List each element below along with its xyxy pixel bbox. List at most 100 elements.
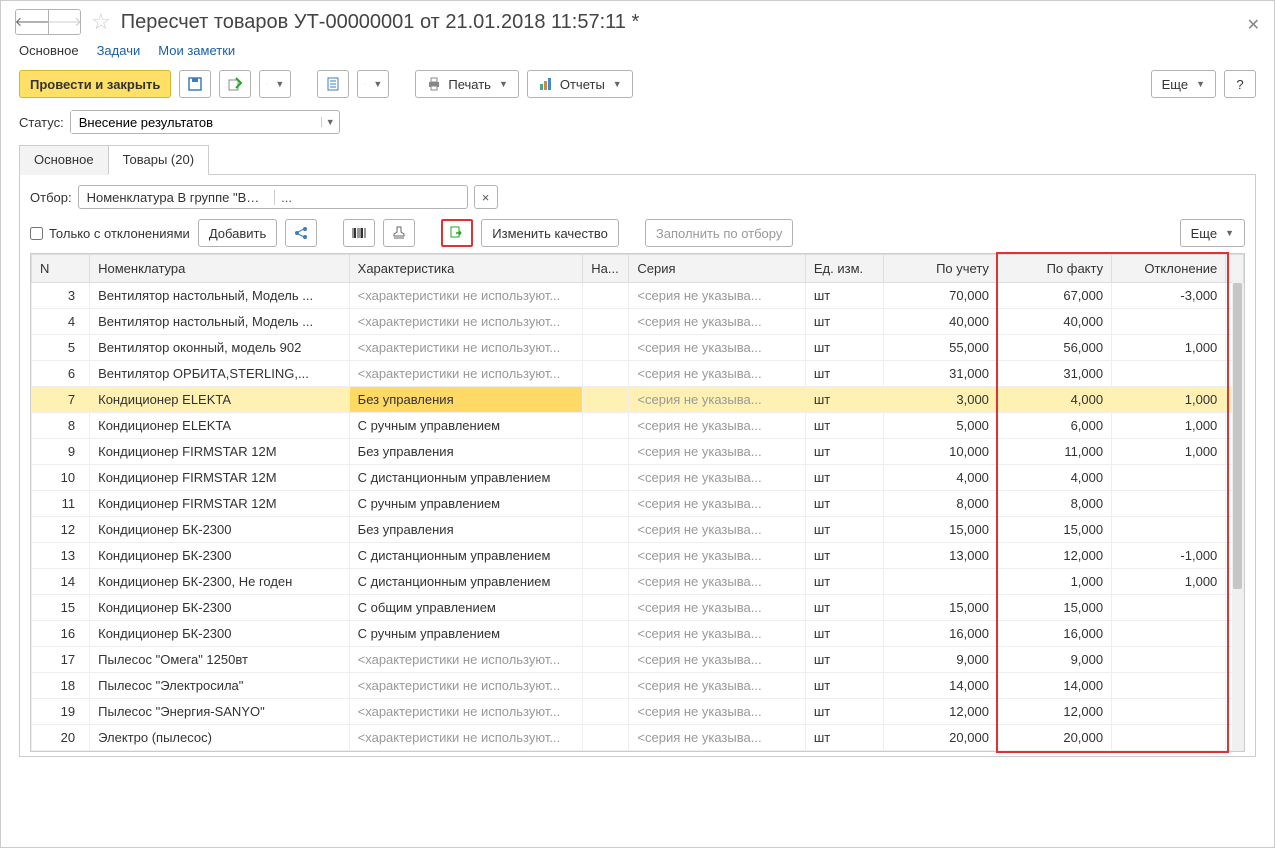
table-row[interactable]: 5Вентилятор оконный, модель 902<характер… [32,335,1244,361]
cell-dev[interactable] [1112,673,1226,699]
cell-fact[interactable]: 15,000 [997,595,1111,621]
cell-fact[interactable]: 31,000 [997,361,1111,387]
cell-n[interactable]: 5 [32,335,90,361]
cell-fact[interactable]: 14,000 [997,673,1111,699]
cell-n[interactable]: 10 [32,465,90,491]
goods-table[interactable]: N Номенклатура Характеристика На... Сери… [31,254,1244,751]
cell-char[interactable]: Без управления [349,439,583,465]
cell-unit[interactable]: шт [805,673,883,699]
nav-back-button[interactable]: 🡐 [16,10,48,34]
col-series[interactable]: Серия [629,255,805,283]
table-row[interactable]: 11Кондиционер FIRMSTAR 12MС ручным управ… [32,491,1244,517]
cell-nom[interactable]: Кондиционер БК-2300, Не годен [90,569,350,595]
change-quality-button[interactable]: Изменить качество [481,219,619,247]
col-deviation[interactable]: Отклонение [1112,255,1226,283]
cell-series[interactable]: <серия не указыва... [629,569,805,595]
tab-main[interactable]: Основное [19,145,109,175]
cell-unit[interactable]: шт [805,309,883,335]
status-input[interactable] [71,111,321,133]
cell-na[interactable] [583,569,629,595]
table-row[interactable]: 8Кондиционер ELEKTAС ручным управлением<… [32,413,1244,439]
cell-dev[interactable]: -1,000 [1112,543,1226,569]
cell-dev[interactable] [1112,725,1226,751]
cell-dev[interactable] [1112,309,1226,335]
table-row[interactable]: 9Кондиционер FIRMSTAR 12MБез управления<… [32,439,1244,465]
cell-series[interactable]: <серия не указыва... [629,621,805,647]
cell-series[interactable]: <серия не указыва... [629,647,805,673]
cell-na[interactable] [583,491,629,517]
cell-fact[interactable]: 12,000 [997,699,1111,725]
cell-na[interactable] [583,595,629,621]
cell-unit[interactable]: шт [805,491,883,517]
cell-series[interactable]: <серия не указыва... [629,673,805,699]
cell-series[interactable]: <серия не указыва... [629,517,805,543]
cell-acc[interactable]: 55,000 [883,335,997,361]
fill-by-filter-button[interactable]: Заполнить по отбору [645,219,793,247]
cell-dev[interactable] [1112,699,1226,725]
cell-n[interactable]: 9 [32,439,90,465]
cell-acc[interactable]: 20,000 [883,725,997,751]
cell-fact[interactable]: 15,000 [997,517,1111,543]
cell-dev[interactable]: 1,000 [1112,387,1226,413]
cell-series[interactable]: <серия не указыва... [629,309,805,335]
cell-dev[interactable] [1112,647,1226,673]
table-row[interactable]: 15Кондиционер БК-2300С общим управлением… [32,595,1244,621]
cell-series[interactable]: <серия не указыва... [629,725,805,751]
cell-series[interactable]: <серия не указыва... [629,387,805,413]
cell-unit[interactable]: шт [805,413,883,439]
cell-char[interactable]: <характеристики не используют... [349,673,583,699]
cell-na[interactable] [583,387,629,413]
cell-n[interactable]: 13 [32,543,90,569]
link-notes[interactable]: Мои заметки [158,43,235,58]
cell-series[interactable]: <серия не указыва... [629,491,805,517]
link-tasks[interactable]: Задачи [97,43,141,58]
favorite-star-icon[interactable]: ☆ [91,9,111,35]
cell-na[interactable] [583,621,629,647]
cell-dev[interactable]: 1,000 [1112,569,1226,595]
cell-char[interactable]: <характеристики не используют... [349,283,583,309]
scroll-thumb[interactable] [1233,283,1242,589]
deviations-checkbox-input[interactable] [30,227,43,240]
table-row[interactable]: 10Кондиционер FIRMSTAR 12MС дистанционны… [32,465,1244,491]
cell-series[interactable]: <серия не указыва... [629,595,805,621]
cell-nom[interactable]: Пылесос "Энергия-SANYO" [90,699,350,725]
share-button[interactable] [285,219,317,247]
cell-na[interactable] [583,725,629,751]
cell-unit[interactable]: шт [805,465,883,491]
tab-goods[interactable]: Товары (20) [108,145,209,175]
cell-fact[interactable]: 9,000 [997,647,1111,673]
cell-series[interactable]: <серия не указыва... [629,439,805,465]
cell-n[interactable]: 11 [32,491,90,517]
cell-dev[interactable]: 1,000 [1112,439,1226,465]
cell-dev[interactable]: 1,000 [1112,335,1226,361]
cell-fact[interactable]: 4,000 [997,387,1111,413]
cell-n[interactable]: 16 [32,621,90,647]
import-highlighted-button[interactable] [441,219,473,247]
cell-unit[interactable]: шт [805,595,883,621]
cell-acc[interactable]: 16,000 [883,621,997,647]
nav-forward-button[interactable]: 🡒 [48,10,80,34]
doc-icon-button[interactable] [317,70,349,98]
cell-dev[interactable] [1112,465,1226,491]
status-select[interactable]: ▼ [70,110,340,134]
cell-n[interactable]: 12 [32,517,90,543]
table-row[interactable]: 13Кондиционер БК-2300С дистанционным упр… [32,543,1244,569]
table-row[interactable]: 19Пылесос "Энергия-SANYO"<характеристики… [32,699,1244,725]
cell-fact[interactable]: 67,000 [997,283,1111,309]
cell-unit[interactable]: шт [805,283,883,309]
table-row[interactable]: 6Вентилятор ОРБИТА,STERLING,...<характер… [32,361,1244,387]
table-row[interactable]: 14Кондиционер БК-2300, Не годенС дистанц… [32,569,1244,595]
cell-unit[interactable]: шт [805,621,883,647]
cell-unit[interactable]: шт [805,439,883,465]
reports-button[interactable]: Отчеты▼ [527,70,633,98]
cell-acc[interactable]: 8,000 [883,491,997,517]
table-row[interactable]: 12Кондиционер БК-2300Без управления<сери… [32,517,1244,543]
deviations-only-checkbox[interactable]: Только с отклонениями [30,226,190,241]
table-more-button[interactable]: Еще▼ [1180,219,1245,247]
cell-char[interactable]: <характеристики не используют... [349,335,583,361]
col-nomenclature[interactable]: Номенклатура [90,255,350,283]
cell-fact[interactable]: 16,000 [997,621,1111,647]
cell-na[interactable] [583,543,629,569]
cell-na[interactable] [583,465,629,491]
cell-dev[interactable] [1112,361,1226,387]
